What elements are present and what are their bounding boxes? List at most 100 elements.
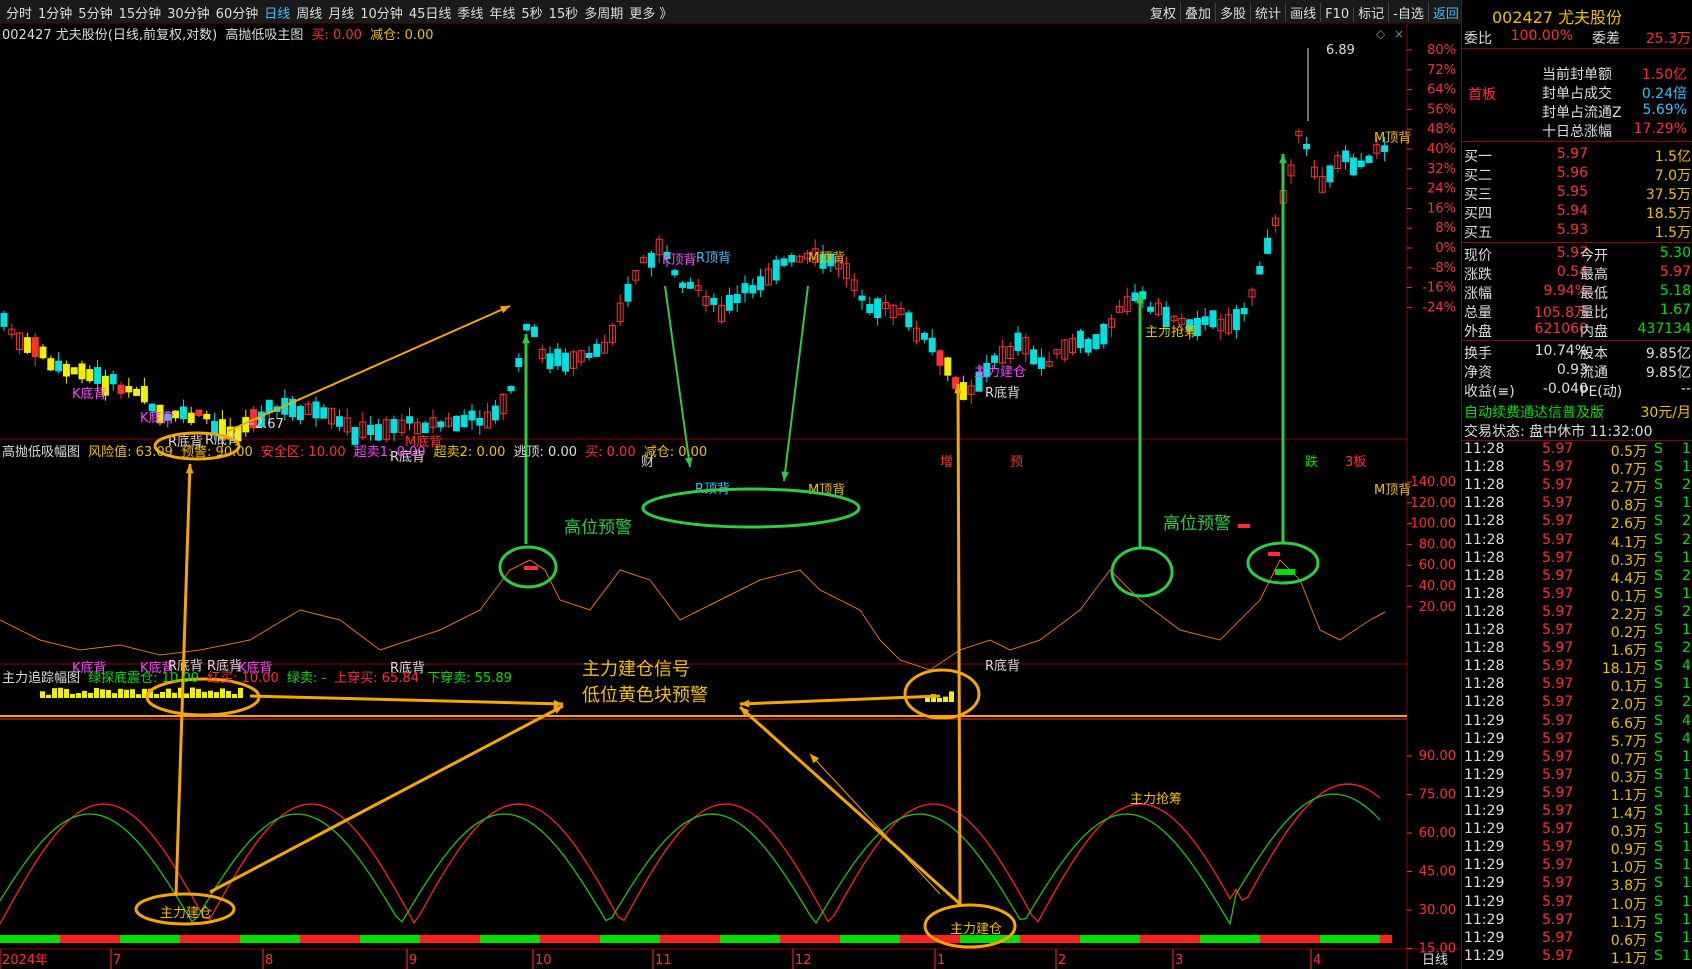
mid-title[interactable]: 高抛低吸幅图: [2, 445, 80, 460]
toolbar-button-4[interactable]: 画线: [1286, 3, 1322, 22]
status-strip-segment: [336, 935, 348, 943]
period-tab-15[interactable]: 多周期: [584, 3, 623, 22]
period-tab-5[interactable]: 60分钟: [216, 3, 259, 22]
stat2-row-2-cell: --: [1680, 381, 1691, 397]
tick-row-13-cell: 11:28: [1464, 676, 1505, 693]
tick-row-6: 11:28 5.97 0.3万 S 1: [1462, 550, 1692, 569]
mid-red-block: [1238, 524, 1250, 528]
main-axis-label: 64%: [1427, 83, 1456, 98]
tick-row-17-cell: 0.7万: [1610, 751, 1647, 768]
annot-signal-1: 主力建仓信号: [582, 659, 690, 680]
seal-row-0-cell: 1.50亿: [1641, 67, 1687, 83]
period-tab-6[interactable]: 日线: [264, 3, 290, 22]
toolbar-button-6[interactable]: 标记: [1354, 3, 1390, 22]
status-strip-segment: [1380, 935, 1392, 943]
bottom-title[interactable]: 主力追踪幅图: [2, 671, 80, 686]
period-tab-14[interactable]: 15秒: [549, 3, 579, 22]
status-strip-segment: [1152, 935, 1164, 943]
period-tab-2[interactable]: 5分钟: [78, 3, 112, 22]
tick-row-2: 11:28 5.97 2.7万 S 2: [1462, 477, 1692, 496]
kline-chart-svg[interactable]: ◇ × 80% 72% 64% 56% 48% 40% 32% 24% 16% 8% 0% -8% -16%…: [0, 24, 1460, 969]
tick-row-26: 11:29 5.97 1.1万 S 1: [1462, 912, 1692, 931]
toolbar-button-3[interactable]: 统计: [1251, 3, 1287, 22]
period-tab-3[interactable]: 15分钟: [119, 3, 162, 22]
mid-signal-label: R底背: [985, 658, 1020, 674]
candle-body: [725, 295, 733, 311]
mid-yellow-block: [220, 688, 225, 698]
status-strip-segment: [696, 935, 708, 943]
tick-row-15-cell: 11:29: [1464, 712, 1505, 729]
bottom-axis-label: 60.00: [1419, 826, 1456, 841]
tick-row-6-cell: 1: [1682, 549, 1691, 566]
period-tab-13[interactable]: 5秒: [521, 3, 542, 22]
status-strip-segment: [396, 935, 408, 943]
mid-red-block: [524, 566, 538, 570]
tick-row-22-cell: 11:29: [1464, 839, 1505, 856]
status-strip-segment: [0, 935, 12, 943]
candle-body: [757, 276, 765, 291]
main-indicator-name[interactable]: 高抛低吸主图: [225, 28, 303, 43]
period-label: 日线: [1422, 953, 1448, 968]
period-tab-10[interactable]: 45日线: [409, 3, 452, 22]
tick-row-3-cell: 5.97: [1542, 495, 1574, 512]
bottom-field-cross-up: 上穿买: 65.84: [334, 671, 419, 686]
period-tab-1[interactable]: 1分钟: [38, 3, 72, 22]
mid-green-block: [1275, 569, 1295, 575]
toolbar-button-0[interactable]: 复权: [1146, 3, 1182, 22]
tick-row-23-cell: 11:29: [1464, 857, 1505, 874]
tick-row-24-cell: 1: [1682, 875, 1691, 892]
stat2-row-1-cell: 净资: [1464, 365, 1492, 381]
mid-yellow-block: [949, 691, 954, 702]
period-tab-7[interactable]: 周线: [296, 3, 322, 22]
period-tab-4[interactable]: 30分钟: [167, 3, 210, 22]
period-tab-16[interactable]: 更多 》: [629, 3, 672, 22]
tick-row-21: 11:29 5.97 0.3万 S 1: [1462, 821, 1692, 840]
status-strip-segment: [132, 935, 144, 943]
status-strip-segment: [456, 935, 468, 943]
toolbar-button-5[interactable]: F10: [1321, 7, 1355, 22]
tick-row-6-cell: 11:28: [1464, 549, 1505, 566]
toolbar-button-7[interactable]: -自选: [1389, 3, 1429, 22]
toolbar-button-2[interactable]: 多股: [1216, 3, 1252, 22]
tick-row-9: 11:28 5.97 2.2万 S 2: [1462, 604, 1692, 623]
tick-row-4-cell: 5.97: [1542, 513, 1574, 530]
candle-body: [476, 417, 484, 426]
toolbar-button-1[interactable]: 叠加: [1181, 3, 1217, 22]
bid-row-4-cell: 5.93: [1556, 222, 1588, 238]
xaxis-label: 10: [535, 953, 552, 968]
candle-body: [1201, 316, 1209, 325]
mid-axis-label: 100.00: [1411, 517, 1457, 532]
back-button[interactable]: 返回: [1429, 3, 1463, 22]
tick-row-15: 11:29 5.97 6.6万 S 4: [1462, 713, 1692, 732]
annot-arrow: [809, 753, 941, 895]
bottom-axis-label: 45.00: [1419, 865, 1456, 880]
mid-yellow-block: [94, 687, 99, 698]
status-strip-segment: [12, 935, 24, 943]
bid-row-0-cell: 1.5亿: [1654, 149, 1691, 165]
status-strip-segment: [1128, 935, 1140, 943]
mid-yellow-block: [118, 688, 123, 698]
mid-yellow-block: [100, 689, 105, 698]
period-tab-12[interactable]: 年线: [489, 3, 515, 22]
annot-high-warn-1: 高位预警: [564, 518, 632, 538]
period-tab-11[interactable]: 季线: [457, 3, 483, 22]
tick-row-11-cell: 1.6万: [1610, 643, 1647, 660]
period-tab-8[interactable]: 月线: [328, 3, 354, 22]
tick-row-16-cell: 5.7万: [1610, 733, 1647, 750]
candle-body: [1030, 349, 1038, 365]
mid-field-escape: 逃顶: 0.00: [513, 445, 577, 460]
status-strip-segment: [36, 935, 48, 943]
tick-row-11-cell: S: [1654, 640, 1663, 657]
mid-yellow-block: [112, 693, 117, 698]
tick-row-13-cell: S: [1654, 676, 1663, 693]
bid-row-3-cell: 买四: [1464, 206, 1492, 222]
main-signal-label: R底背: [985, 385, 1020, 401]
chart-area[interactable]: ◇ × 80% 72% 64% 56% 48% 40% 32% 24% 16% 8% 0% -8% -16%…: [0, 24, 1460, 969]
period-tab-0[interactable]: 分时: [6, 3, 32, 22]
main-axis-label: 32%: [1427, 162, 1456, 177]
tick-row-2-cell: 2: [1682, 477, 1691, 494]
period-tab-9[interactable]: 10分钟: [360, 3, 403, 22]
tick-row-14-cell: 2.0万: [1610, 697, 1647, 714]
annot-arrow: [956, 383, 962, 905]
candle-body: [195, 409, 203, 416]
